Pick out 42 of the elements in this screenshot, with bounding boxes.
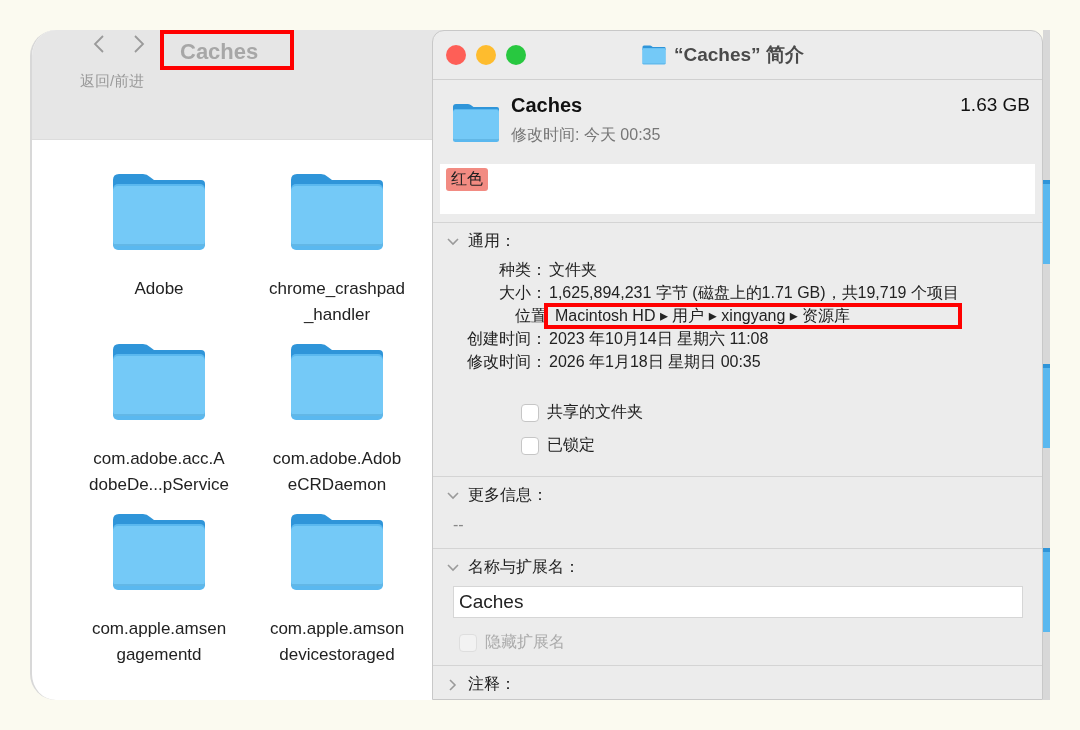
checkbox-label: 共享的文件夹 [547, 402, 643, 422]
folder-name[interactable]: com.apple.amsen gagementd [91, 616, 227, 668]
zoom-button[interactable] [506, 45, 526, 65]
field-label: 大小： [498, 283, 547, 303]
minimize-button[interactable] [476, 45, 496, 65]
info-text: -- [452, 515, 465, 535]
section-title: 通用： [468, 231, 516, 251]
chevron-down-icon[interactable] [446, 236, 460, 247]
close-button[interactable] [446, 45, 466, 65]
nav-label: 返回/前进 [80, 72, 146, 91]
window-title: “Caches” 简介 [674, 43, 804, 67]
folder-name[interactable]: chrome_crashpad _handler [268, 276, 406, 328]
file-name: Caches [511, 94, 584, 117]
tag[interactable]: 红色 [446, 168, 488, 191]
back-button[interactable] [92, 34, 106, 54]
checkbox[interactable] [521, 436, 539, 455]
checkbox[interactable] [521, 403, 539, 422]
file-size: 1.63 GB [960, 94, 1030, 117]
name-field[interactable]: Caches [453, 586, 1023, 618]
field-value: 2023 年10月14日 星期六 11:08 [548, 329, 770, 349]
chevron-down-icon[interactable] [446, 490, 460, 501]
checkbox-label: 已锁定 [547, 435, 595, 455]
checkbox-label: 隐藏扩展名 [485, 632, 565, 652]
chevron-down-icon[interactable] [446, 562, 460, 573]
field-value: Macintosh HD ▸ 用户 ▸ xingyang ▸ 资源库 [547, 306, 959, 326]
field-label: 创建时间： [466, 329, 547, 349]
section-title: 名称与扩展名： [468, 557, 580, 577]
tags-field[interactable]: 红色 [440, 164, 1035, 214]
window-title: Caches [160, 30, 295, 70]
section-title: 注释： [468, 674, 516, 694]
section-title: 更多信息： [468, 485, 548, 505]
folder-name[interactable]: com.adobe.Adob eCRDaemon [272, 446, 402, 498]
folder-name[interactable]: com.adobe.acc.A dobeDe...pService [89, 446, 229, 498]
modified-date: 修改时间: 今天 00:35 [511, 125, 662, 145]
folder-name[interactable]: Adobe [134, 276, 184, 302]
field-value: 1,625,894,231 字节 (磁盘上的1.71 GB)，共19,719 个项目 [548, 283, 959, 303]
field-label: 种类： [498, 260, 547, 280]
field-value: 文件夹 [548, 260, 598, 280]
forward-button[interactable] [132, 34, 146, 54]
field-value: 2026 年1月18日 星期日 00:35 [548, 352, 762, 372]
field-label: 修改时间： [466, 352, 547, 372]
folder-name[interactable]: com.apple.amson devicestoraged [269, 616, 405, 668]
